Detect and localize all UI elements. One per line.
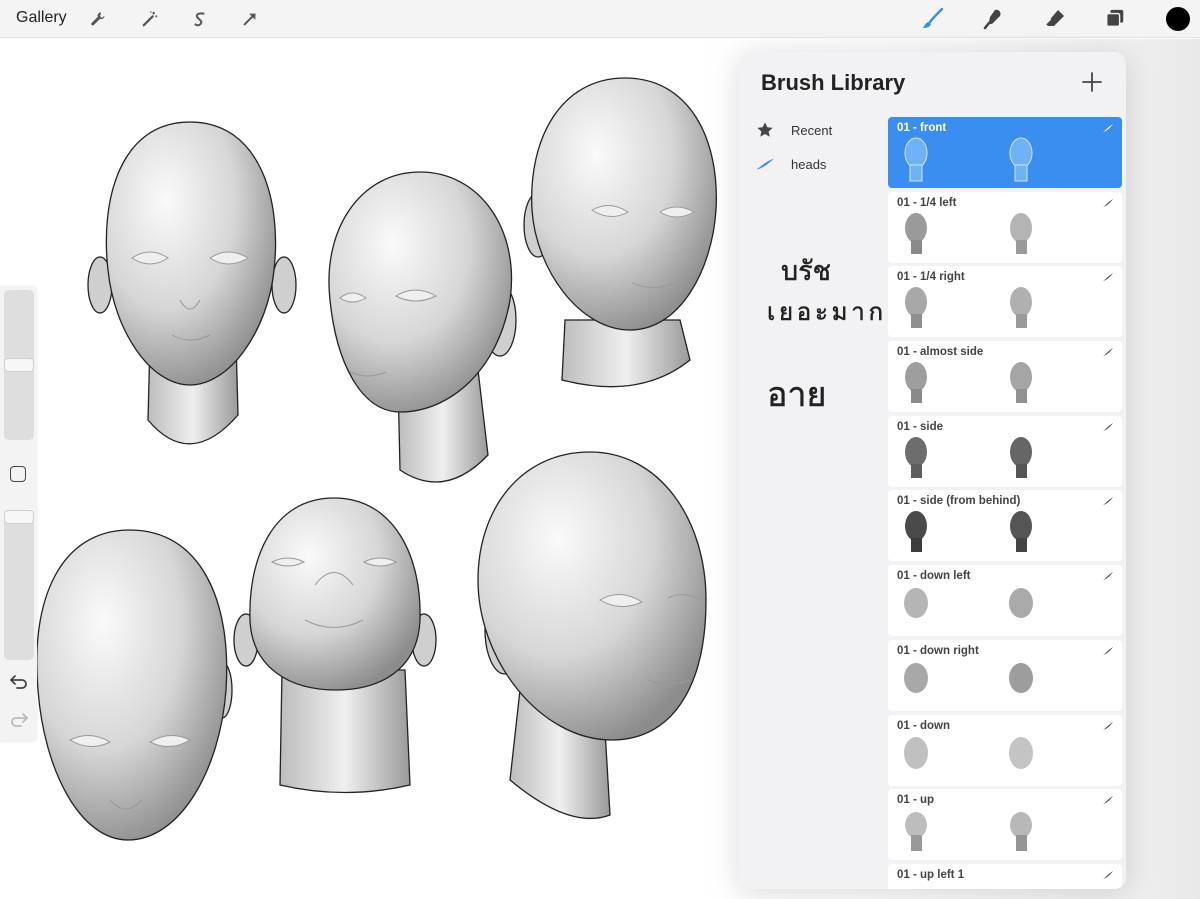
redo-icon[interactable] xyxy=(9,710,29,728)
eraser-icon[interactable] xyxy=(1040,5,1070,33)
undo-icon[interactable] xyxy=(9,672,29,690)
brush-item[interactable]: 01 - down left xyxy=(888,565,1122,637)
brush-library-panel: Brush Library Recent heads บรัช เยอะมาก … xyxy=(739,52,1126,889)
brush-stroke-icon xyxy=(1103,273,1113,282)
brush-preview-head xyxy=(1010,362,1032,404)
modifier-button[interactable] xyxy=(10,466,26,482)
brush-preview-head xyxy=(1010,511,1032,553)
add-brush-set-icon[interactable] xyxy=(1080,70,1104,94)
brush-preview-head xyxy=(904,588,928,619)
transform-arrow-icon[interactable] xyxy=(237,6,263,32)
brush-icon[interactable] xyxy=(918,5,948,33)
brush-stroke-icon xyxy=(1103,646,1113,655)
brush-item[interactable]: 01 - side (from behind) xyxy=(888,490,1122,562)
brush-preview-head xyxy=(905,212,927,254)
brush-preview-head xyxy=(1010,287,1032,329)
color-picker-button[interactable] xyxy=(1166,7,1190,31)
brush-stroke-icon xyxy=(1103,124,1113,132)
brush-set-heads[interactable]: heads xyxy=(755,152,826,176)
smudge-icon[interactable] xyxy=(978,5,1008,33)
brush-item[interactable]: 01 - down xyxy=(888,714,1122,786)
brush-preview-head xyxy=(1010,436,1032,478)
brush-stroke-icon xyxy=(1103,721,1113,730)
brush-size-slider[interactable] xyxy=(4,290,34,440)
opacity-thumb[interactable] xyxy=(4,510,34,524)
brush-preview-head xyxy=(1009,588,1033,619)
brush-preview-head xyxy=(914,888,918,889)
brush-preview-head xyxy=(905,362,927,404)
magic-wand-icon[interactable] xyxy=(137,6,163,32)
brush-item[interactable]: 01 - front xyxy=(888,117,1122,188)
brush-stroke-icon xyxy=(1103,348,1113,357)
top-toolbar: Gallery xyxy=(0,0,1200,38)
head-drawing-up xyxy=(233,497,437,794)
left-sidebar xyxy=(0,286,37,742)
brush-item[interactable]: 01 - up xyxy=(888,789,1122,861)
brush-item[interactable]: 01 - up left 1 xyxy=(888,863,1122,889)
brush-preview-head xyxy=(905,436,927,478)
brush-stroke-icon xyxy=(755,154,775,174)
brush-size-thumb[interactable] xyxy=(4,358,34,372)
opacity-slider[interactable] xyxy=(4,510,34,660)
brush-set-label: heads xyxy=(791,156,827,172)
brush-item[interactable]: 01 - almost side xyxy=(888,341,1122,413)
brush-item[interactable]: 01 - 1/4 right xyxy=(888,266,1122,338)
brush-stroke-icon xyxy=(1103,497,1113,506)
panel-title: Brush Library xyxy=(761,70,906,95)
handwriting-line-2: เยอะมาก xyxy=(767,298,883,326)
brush-item[interactable]: 01 - down right xyxy=(888,639,1122,711)
brush-item[interactable]: 01 - 1/4 left xyxy=(888,191,1122,263)
head-drawing-three-quarter xyxy=(328,171,517,483)
brush-preview-head xyxy=(904,137,928,182)
brush-stroke-icon xyxy=(1103,572,1113,581)
gallery-button[interactable]: Gallery xyxy=(16,9,67,27)
brush-list: 01 - front 01 - 1/4 left 01 - 1/4 right … xyxy=(888,117,1122,889)
brush-item[interactable]: 01 - side xyxy=(888,415,1122,487)
head-drawing-front xyxy=(87,121,297,445)
brush-stroke-icon xyxy=(1103,198,1113,207)
brush-preview-head xyxy=(904,662,928,693)
brush-stroke-icon xyxy=(1103,422,1113,431)
brush-preview-head xyxy=(1010,812,1032,852)
handwriting-line-1: บรัช xyxy=(781,256,831,287)
brush-preview-head xyxy=(905,511,927,553)
brush-stroke-icon xyxy=(1103,870,1113,879)
wrench-icon[interactable] xyxy=(85,6,111,32)
brush-preview-head xyxy=(905,287,927,329)
brush-preview-head xyxy=(1009,662,1033,693)
selection-icon[interactable] xyxy=(187,6,213,32)
handwriting-scribble: บรัช เยอะมาก อาย xyxy=(767,256,883,416)
brush-preview-head xyxy=(905,812,927,852)
brush-set-label: Recent xyxy=(791,122,833,138)
head-drawing-down xyxy=(36,529,233,841)
brush-preview-head xyxy=(1009,137,1033,182)
star-icon xyxy=(755,120,775,140)
brush-set-recent[interactable]: Recent xyxy=(755,118,832,142)
brush-preview-head xyxy=(1009,736,1033,769)
layers-icon[interactable] xyxy=(1100,5,1130,33)
brush-preview-head xyxy=(1010,212,1032,254)
handwriting-line-3: อาย xyxy=(767,375,826,415)
brush-stroke-icon xyxy=(1103,796,1113,805)
brush-preview-head xyxy=(904,736,928,769)
brush-preview-head xyxy=(1019,888,1023,889)
